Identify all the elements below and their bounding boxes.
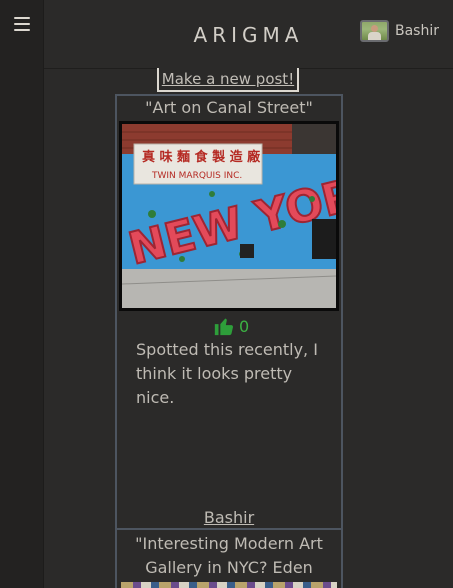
- mural-photo: 真 味 麵 食 製 造 廠 TWIN MARQUIS INC. NEW YORK: [122, 124, 336, 308]
- post-image[interactable]: 真 味 麵 食 製 造 廠 TWIN MARQUIS INC. NEW YORK: [119, 121, 339, 311]
- thumbs-up-icon[interactable]: [213, 315, 235, 337]
- post-card: "Interesting Modern Art Gallery in NYC? …: [115, 530, 343, 588]
- user-menu[interactable]: Bashir: [360, 20, 439, 42]
- post-author-link[interactable]: Bashir: [117, 508, 341, 527]
- top-bar: ARIGMA Bashir: [44, 0, 453, 69]
- image-sign-text: TWIN MARQUIS INC.: [151, 171, 242, 181]
- new-post-link[interactable]: Make a new post!: [157, 68, 299, 92]
- sidebar: [0, 0, 44, 588]
- like-count: 0: [239, 316, 250, 336]
- svg-text:真 味 麵 食 製 造 廠: 真 味 麵 食 製 造 廠: [142, 149, 261, 165]
- post-body: Spotted this recently, I think it looks …: [136, 340, 318, 407]
- post-title: "Interesting Modern Art Gallery in NYC? …: [135, 534, 323, 588]
- post-title: "Art on Canal Street": [145, 98, 313, 117]
- post-card: "Art on Canal Street" 真 味 麵 食 製 造 廠 TWIN…: [115, 94, 343, 530]
- post-image[interactable]: [121, 582, 337, 588]
- hamburger-menu-icon[interactable]: [14, 17, 30, 31]
- like-button[interactable]: 0: [213, 315, 249, 337]
- avatar[interactable]: [360, 20, 389, 42]
- user-name[interactable]: Bashir: [395, 23, 439, 39]
